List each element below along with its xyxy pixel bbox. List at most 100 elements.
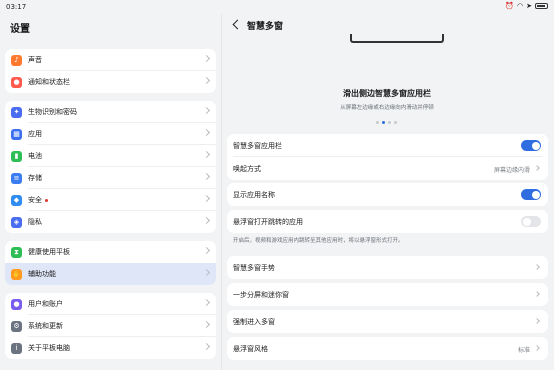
battery-icon: ▮ (11, 150, 22, 162)
sidebar-item-health[interactable]: ⧗ 健康使用平板 (5, 241, 216, 263)
split-label: 一步分屏和迷你窗 (233, 290, 289, 299)
smart-bar-toggle[interactable] (521, 140, 541, 151)
sidebar-item-about[interactable]: i 关于平板电脑 (5, 337, 216, 359)
gestures-label: 智慧多窗手势 (233, 263, 275, 272)
chevron-right-icon (202, 320, 211, 329)
chevron-right-icon (534, 291, 540, 297)
chevron-right-icon (534, 318, 540, 324)
detail-title: 智慧多窗 (247, 22, 284, 32)
shield-icon: ◆ (11, 194, 22, 206)
back-arrow-icon[interactable] (232, 19, 243, 30)
chevron-right-icon (202, 216, 211, 225)
sidebar-item-apps[interactable]: ▦ 应用 (5, 123, 216, 145)
page-title: 设置 (10, 24, 30, 35)
wifi-icon: ◠ (517, 2, 524, 10)
user-icon: ● (11, 298, 22, 310)
sidebar-item-privacy[interactable]: ◈ 隐私 (5, 211, 216, 233)
lock-icon: ◈ (11, 216, 22, 228)
floating-jump-group: 悬浮窗打开跳转的应用 (227, 210, 548, 233)
invoke-method-label: 唤起方式 (233, 164, 261, 173)
chevron-right-icon (202, 54, 211, 63)
show-names-label: 显示应用名称 (233, 190, 275, 199)
smart-bar-row[interactable]: 智慧多窗应用栏 (227, 134, 548, 157)
chevron-right-icon (202, 128, 211, 137)
pager-dot-active[interactable] (382, 121, 385, 124)
settings-group-2: ✦ 生物识别和密码 ▦ 应用 ▮ 电池 ≡ 存储 ◆ 安全 ◈ 隐私 (5, 101, 216, 233)
gestures-group: 智慧多窗手势 (227, 256, 548, 279)
sidebar-item-label: 用户和账户 (28, 300, 63, 308)
sidebar-item-label: 声音 (28, 56, 42, 64)
split-group: 一步分屏和迷你窗 (227, 283, 548, 306)
floating-style-row[interactable]: 悬浮窗风格 标准 (227, 337, 548, 360)
sidebar-item-users[interactable]: ● 用户和账户 (5, 293, 216, 315)
floating-jump-hint: 开启后，视频和游戏应用内跳转至其他应用时，将以悬浮窗形式打开。 (233, 238, 404, 244)
split-row[interactable]: 一步分屏和迷你窗 (227, 283, 548, 306)
show-names-row[interactable]: 显示应用名称 (227, 183, 548, 206)
carousel-pager[interactable] (376, 121, 397, 124)
floating-jump-toggle[interactable] (521, 216, 541, 227)
gestures-row[interactable]: 智慧多窗手势 (227, 256, 548, 279)
settings-group-3: ⧗ 健康使用平板 ✋ 辅助功能 (5, 241, 216, 285)
sidebar-item-label: 生物识别和密码 (28, 108, 77, 116)
floating-jump-label: 悬浮窗打开跳转的应用 (233, 217, 303, 226)
chevron-right-icon (534, 165, 540, 171)
device-illustration (350, 34, 444, 43)
settings-group-1: ♪ 声音 ● 通知和状态栏 (5, 49, 216, 93)
floating-style-label: 悬浮窗风格 (233, 344, 268, 353)
location-icon: ➤ (526, 2, 532, 10)
pager-dot[interactable] (376, 121, 379, 124)
sidebar-item-label: 应用 (28, 130, 42, 138)
force-group: 强制进入多窗 (227, 310, 548, 333)
pager-dot[interactable] (394, 121, 397, 124)
sidebar-item-battery[interactable]: ▮ 电池 (5, 145, 216, 167)
sidebar-item-security[interactable]: ◆ 安全 (5, 189, 216, 211)
show-names-toggle[interactable] (521, 189, 541, 200)
sidebar-item-accessibility[interactable]: ✋ 辅助功能 (5, 263, 216, 285)
notification-dot (45, 198, 48, 202)
smart-bar-label: 智慧多窗应用栏 (233, 141, 282, 150)
invoke-method-row[interactable]: 唤起方式 屏幕边缘内滑 (227, 157, 548, 180)
chevron-right-icon (202, 298, 211, 307)
sidebar-item-storage[interactable]: ≡ 存储 (5, 167, 216, 189)
sidebar-item-notifications[interactable]: ● 通知和状态栏 (5, 71, 216, 93)
sidebar-item-label: 存储 (28, 174, 42, 182)
chevron-right-icon (202, 268, 211, 277)
battery-status-icon (535, 3, 548, 9)
pane-divider (221, 14, 222, 370)
sidebar-item-system[interactable]: ⚙ 系统和更新 (5, 315, 216, 337)
floating-jump-row[interactable]: 悬浮窗打开跳转的应用 (227, 210, 548, 233)
chevron-right-icon (202, 150, 211, 159)
sidebar-item-label: 电池 (28, 152, 42, 160)
chevron-right-icon (534, 345, 540, 351)
chevron-right-icon (202, 172, 211, 181)
style-group: 悬浮窗风格 标准 (227, 337, 548, 360)
feature-subtitle: 从屏幕左边缘或右边缘向内滑动并停顿 (340, 105, 434, 111)
sidebar-item-biometrics[interactable]: ✦ 生物识别和密码 (5, 101, 216, 123)
chevron-right-icon (202, 106, 211, 115)
hourglass-icon: ⧗ (11, 246, 22, 258)
key-icon: ✦ (11, 106, 22, 118)
bell-icon: ● (11, 76, 22, 88)
pager-dot[interactable] (388, 121, 391, 124)
sidebar-item-label: 系统和更新 (28, 322, 63, 330)
show-names-group: 显示应用名称 (227, 183, 548, 206)
chevron-right-icon (202, 194, 211, 203)
alarm-icon: ⏰ (505, 2, 515, 10)
sidebar-item-sound[interactable]: ♪ 声音 (5, 49, 216, 71)
sidebar-item-label: 关于平板电脑 (28, 344, 70, 352)
status-time: 03:17 (6, 3, 27, 11)
sidebar-item-label: 安全 (28, 196, 42, 204)
force-label: 强制进入多窗 (233, 317, 275, 326)
chevron-right-icon (202, 246, 211, 255)
invoke-method-value: 屏幕边缘内滑 (493, 167, 530, 174)
smart-bar-group: 智慧多窗应用栏 唤起方式 屏幕边缘内滑 (227, 134, 548, 180)
sidebar-item-label: 通知和状态栏 (28, 78, 70, 86)
chevron-right-icon (202, 76, 211, 85)
info-icon: i (11, 342, 22, 354)
sidebar-item-label: 辅助功能 (28, 270, 56, 278)
chevron-right-icon (534, 264, 540, 270)
apps-icon: ▦ (11, 128, 22, 140)
storage-icon: ≡ (11, 172, 22, 184)
speaker-icon: ♪ (11, 54, 22, 66)
force-row[interactable]: 强制进入多窗 (227, 310, 548, 333)
